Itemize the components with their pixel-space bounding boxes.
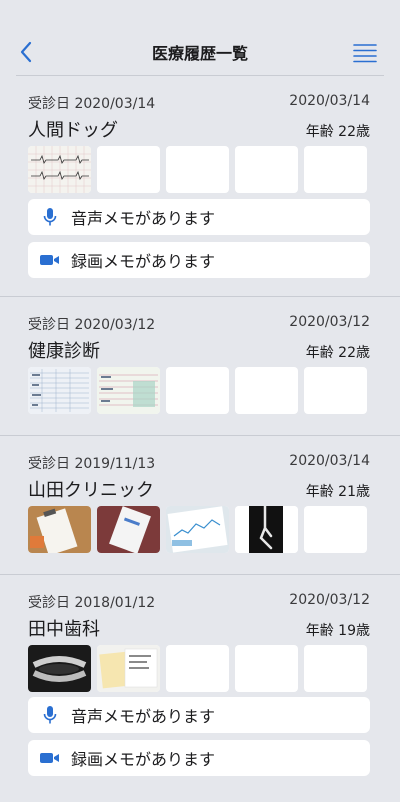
menu-button[interactable]: [352, 42, 378, 64]
empty-thumbnail[interactable]: [304, 645, 367, 692]
patient-age: 年齢 19歳: [305, 623, 370, 639]
lab-report-thumbnail[interactable]: [28, 367, 91, 414]
clipboard-photo-thumbnail[interactable]: [28, 506, 91, 553]
appointment-card-thumbnail[interactable]: [97, 645, 160, 692]
video-camera-icon: [39, 249, 61, 271]
video-memo-button[interactable]: 録画メモがあります: [28, 740, 370, 776]
document-photo-thumbnail[interactable]: [97, 506, 160, 553]
empty-thumbnail[interactable]: [235, 367, 298, 414]
header-bar: 医療履歴一覧: [0, 0, 400, 76]
dental-xray-thumbnail[interactable]: [28, 645, 91, 692]
visit-date: 受診日 2020/03/14: [28, 96, 156, 112]
voice-memo-button[interactable]: 音声メモがあります: [28, 697, 370, 733]
record-date: 2020/03/14: [289, 453, 370, 469]
empty-thumbnail[interactable]: [97, 146, 160, 193]
record-card[interactable]: 受診日 2018/01/12 2020/03/12 田中歯科 年齢 19歳 音声…: [0, 575, 400, 802]
facility-name: 人間ドッグ: [28, 120, 118, 141]
graph-paper-thumbnail[interactable]: [166, 506, 229, 553]
empty-thumbnail[interactable]: [166, 146, 229, 193]
record-card[interactable]: 受診日 2020/03/12 2020/03/12 健康診断 年齢 22歳: [0, 297, 400, 436]
patient-age: 年齢 22歳: [305, 345, 370, 361]
empty-thumbnail[interactable]: [304, 367, 367, 414]
microphone-icon: [39, 704, 61, 726]
visit-date: 受診日 2019/11/13: [28, 456, 156, 472]
attachment-thumbnails: [28, 645, 367, 692]
record-date: 2020/03/14: [289, 93, 370, 109]
memo-label: 録画メモがあります: [71, 252, 216, 271]
record-date: 2020/03/12: [289, 592, 370, 608]
empty-thumbnail[interactable]: [235, 645, 298, 692]
attachment-thumbnails: [28, 146, 367, 193]
memo-label: 録画メモがあります: [71, 750, 216, 769]
record-card[interactable]: 受診日 2020/03/14 2020/03/14 人間ドッグ 年齢 22歳 音…: [0, 76, 400, 297]
video-memo-button[interactable]: 録画メモがあります: [28, 242, 370, 278]
empty-thumbnail[interactable]: [166, 367, 229, 414]
hamburger-menu-icon: [353, 44, 377, 63]
empty-thumbnail[interactable]: [235, 146, 298, 193]
attachment-thumbnails: [28, 367, 367, 414]
memo-label: 音声メモがあります: [71, 209, 216, 228]
empty-thumbnail[interactable]: [304, 506, 367, 553]
facility-name: 山田クリニック: [28, 480, 154, 501]
facility-name: 健康診断: [28, 341, 100, 362]
page-title: 医療履歴一覧: [151, 44, 248, 63]
attachment-thumbnails: [28, 506, 367, 553]
xray-thumbnail[interactable]: [235, 506, 298, 553]
voice-memo-button[interactable]: 音声メモがあります: [28, 199, 370, 235]
patient-age: 年齢 22歳: [305, 124, 370, 140]
empty-thumbnail[interactable]: [304, 146, 367, 193]
memo-label: 音声メモがあります: [71, 707, 216, 726]
lab-report-thumbnail[interactable]: [97, 367, 160, 414]
microphone-icon: [39, 206, 61, 228]
visit-date: 受診日 2020/03/12: [28, 317, 156, 333]
record-date: 2020/03/12: [289, 314, 370, 330]
visit-date: 受診日 2018/01/12: [28, 595, 156, 611]
video-camera-icon: [39, 747, 61, 769]
empty-thumbnail[interactable]: [166, 645, 229, 692]
facility-name: 田中歯科: [28, 619, 100, 640]
record-card[interactable]: 受診日 2019/11/13 2020/03/14 山田クリニック 年齢 21歳: [0, 436, 400, 575]
ecg-chart-thumbnail[interactable]: [28, 146, 91, 193]
patient-age: 年齢 21歳: [305, 484, 370, 500]
medical-history-list: 受診日 2020/03/14 2020/03/14 人間ドッグ 年齢 22歳 音…: [0, 76, 400, 802]
